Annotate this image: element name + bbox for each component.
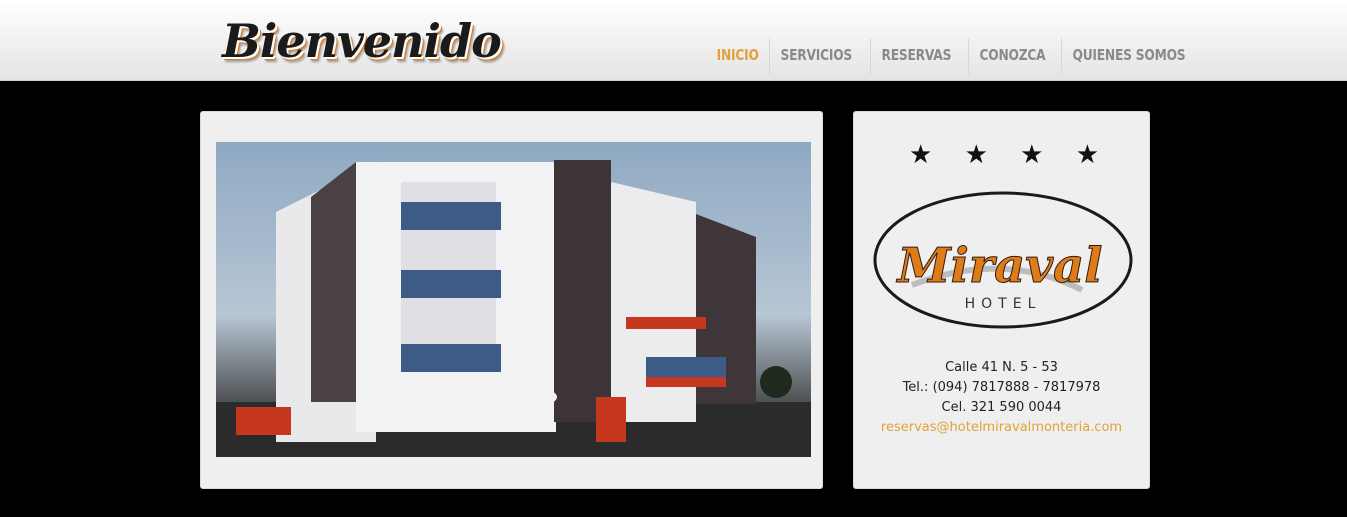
nav-item-conozca[interactable]: CONOZCA	[967, 38, 1056, 74]
star-icon: ★	[964, 140, 988, 170]
nav-item-reservas[interactable]: RESERVAS	[869, 38, 962, 74]
welcome-logo[interactable]: Bienvenido	[222, 14, 502, 78]
nav-item-quienes-somos[interactable]: QUIENES SOMOS	[1060, 38, 1196, 74]
hotel-logo[interactable]: Miraval HOTEL	[872, 190, 1134, 330]
contact-info: Calle 41 N. 5 - 53 Tel.: (094) 7817888 -…	[854, 358, 1149, 438]
email-link[interactable]: reservas@hotelmiravalmonteria.com	[854, 418, 1149, 438]
hotel-logo-subtitle: HOTEL	[965, 296, 1042, 312]
info-panel: ★ ★ ★ ★ Miraval HOTEL Calle 41 N. 5 - 53…	[853, 111, 1150, 489]
slideshow-panel	[200, 111, 823, 489]
hotel-photo	[216, 142, 811, 457]
hotel-building-image	[216, 160, 811, 457]
phone-text: Tel.: (094) 7817888 - 7817978	[902, 380, 1101, 395]
address-text: Calle 41 N. 5 - 53	[945, 360, 1058, 375]
cell-text: Cel. 321 590 0044	[941, 400, 1062, 415]
site-header: Bienvenido INICIO SERVICIOS RESERVAS CON…	[0, 0, 1347, 81]
main-nav: INICIO SERVICIOS RESERVAS CONOZCA QUIENE…	[706, 38, 1212, 78]
star-icon: ★	[1020, 140, 1044, 170]
nav-item-inicio[interactable]: INICIO	[706, 38, 769, 74]
star-icon: ★	[909, 140, 933, 170]
nav-item-servicios[interactable]: SERVICIOS	[769, 38, 863, 74]
hotel-rating: ★ ★ ★ ★	[909, 140, 1099, 170]
hotel-logo-name: Miraval	[896, 238, 1103, 294]
star-icon: ★	[1075, 140, 1099, 170]
